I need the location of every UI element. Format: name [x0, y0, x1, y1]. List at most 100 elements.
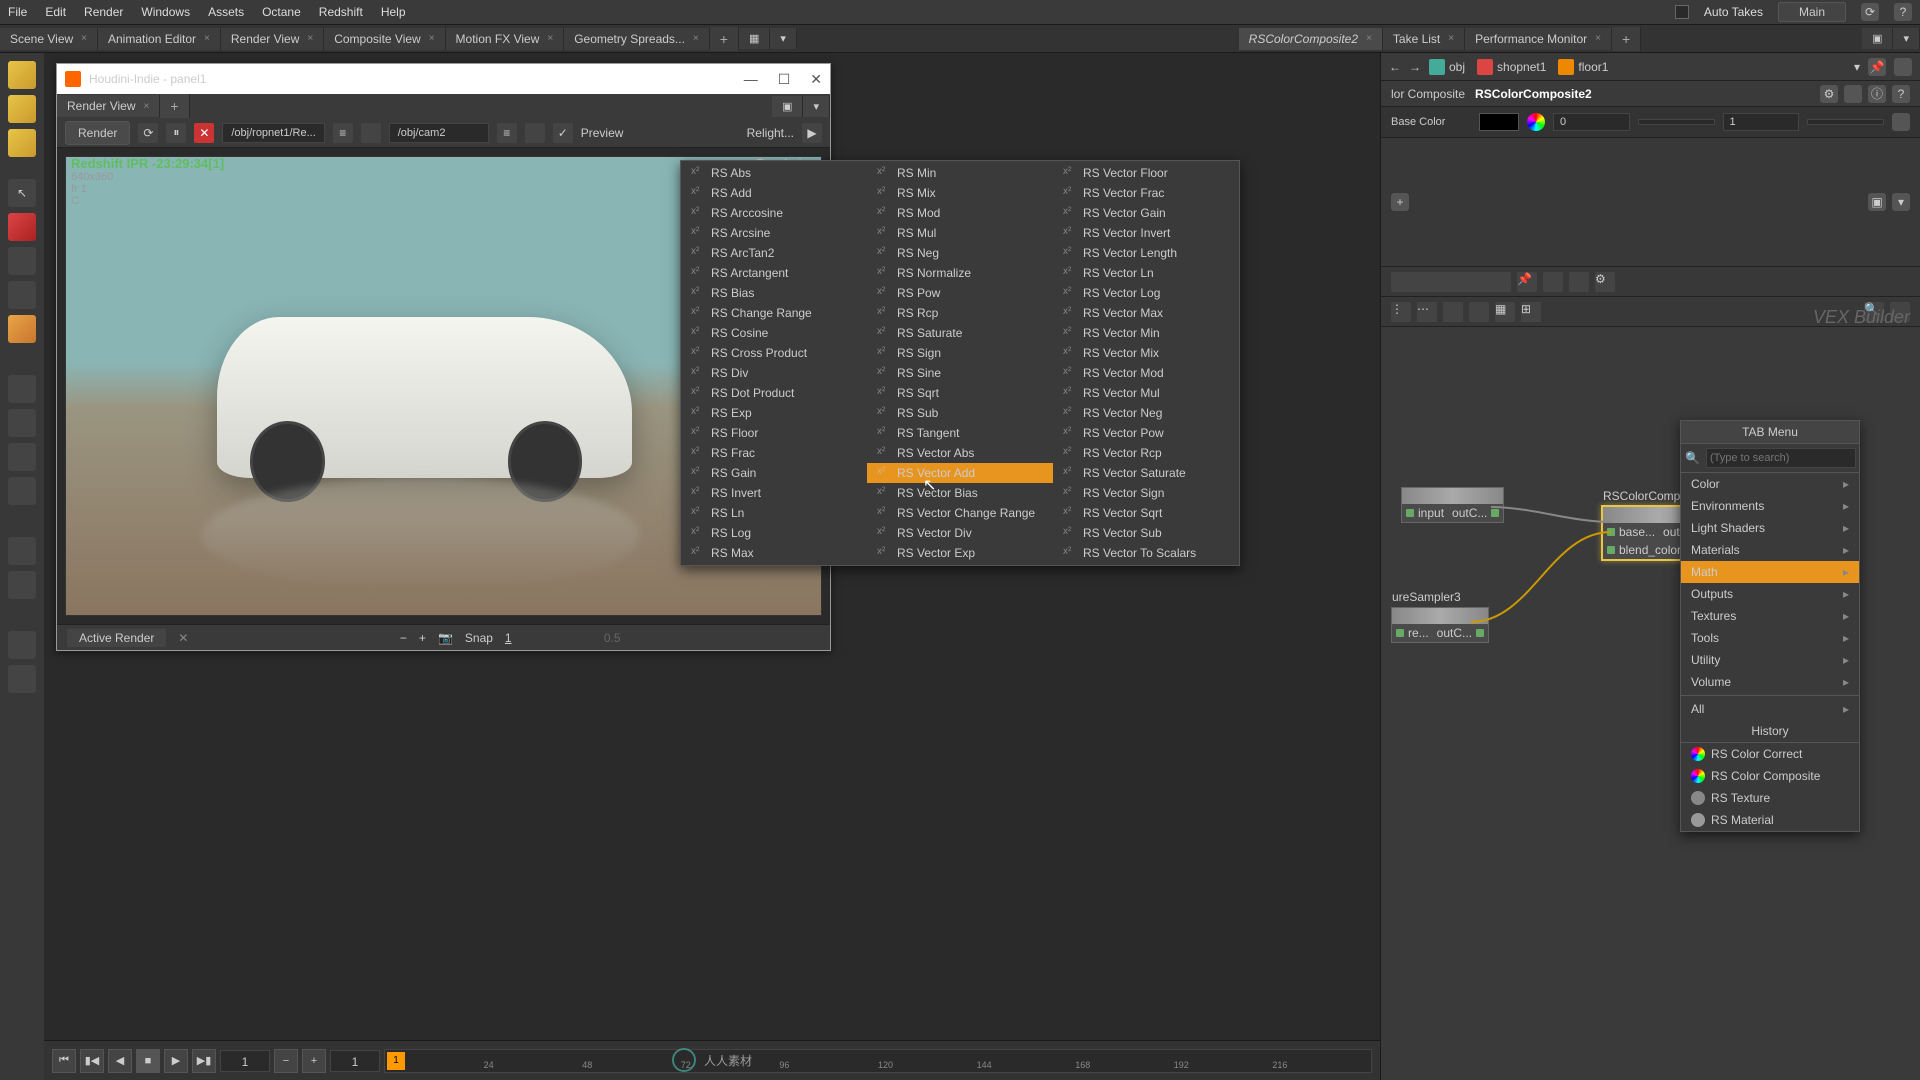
cm-item-2-11[interactable]: x²RS Vector Mul	[1053, 383, 1239, 403]
color-picker-icon[interactable]	[1527, 113, 1545, 131]
cm-item-0-9[interactable]: x²RS Cross Product	[681, 343, 867, 363]
tabmenu-search-input[interactable]	[1706, 448, 1856, 468]
cm-item-0-7[interactable]: x²RS Change Range	[681, 303, 867, 323]
cm-item-2-17[interactable]: x²RS Vector Sqrt	[1053, 503, 1239, 523]
base-color-b[interactable]: 1	[1723, 113, 1800, 131]
tab-r-1[interactable]: Take List×	[1383, 28, 1465, 50]
cm-item-0-4[interactable]: x²RS ArcTan2	[681, 243, 867, 263]
panel-max2-icon[interactable]: ▣	[1868, 193, 1886, 211]
tab-0[interactable]: Scene View×	[0, 28, 98, 50]
close-render-icon[interactable]: ✕	[178, 631, 188, 645]
cm-item-2-19[interactable]: x²RS Vector To Scalars	[1053, 543, 1239, 563]
menu-render[interactable]: Render	[84, 5, 123, 19]
cm-item-1-16[interactable]: x²RS Vector Bias	[867, 483, 1053, 503]
tab-1[interactable]: Animation Editor×	[98, 28, 221, 50]
node-texsampler[interactable]: ureSampler3 re...outC...	[1391, 607, 1489, 643]
tabmenu-cat-2[interactable]: Light Shaders▸	[1681, 517, 1859, 539]
picker2-icon[interactable]	[525, 123, 545, 143]
cm-item-1-6[interactable]: x²RS Pow	[867, 283, 1053, 303]
close-icon[interactable]: ✕	[810, 71, 822, 88]
tabmenu-hist-1[interactable]: RS Color Composite	[1681, 765, 1859, 787]
panel-titlebar[interactable]: Houdini-Indie - panel1 — ☐ ✕	[57, 64, 830, 94]
cm-item-1-15[interactable]: x²RS Vector Add	[867, 463, 1053, 483]
tool-10[interactable]	[8, 443, 36, 471]
timeline-dec-icon[interactable]: −	[274, 1049, 298, 1073]
renderview-addtab[interactable]: +	[160, 94, 189, 118]
cm-item-2-4[interactable]: x²RS Vector Length	[1053, 243, 1239, 263]
tool-2[interactable]	[8, 95, 36, 123]
timeline-inc-icon[interactable]: +	[302, 1049, 326, 1073]
cm-item-1-13[interactable]: x²RS Tangent	[867, 423, 1053, 443]
cm-item-1-2[interactable]: x²RS Mod	[867, 203, 1053, 223]
tab-3[interactable]: Composite View×	[324, 28, 445, 50]
render-button[interactable]: Render	[65, 121, 130, 145]
tabmenu-hist-3[interactable]: RS Material	[1681, 809, 1859, 831]
menu-file[interactable]: File	[8, 5, 27, 19]
nt-gear-icon[interactable]: ⚙	[1595, 272, 1615, 292]
menu-edit[interactable]: Edit	[45, 5, 66, 19]
flag-icon[interactable]	[1844, 85, 1862, 103]
minimize-icon[interactable]: —	[744, 71, 758, 88]
base-color-swatch[interactable]	[1479, 113, 1519, 131]
panel-menu2-icon[interactable]: ▾	[1892, 193, 1910, 211]
cm-item-0-11[interactable]: x²RS Dot Product	[681, 383, 867, 403]
fwd-icon[interactable]: →	[1409, 60, 1421, 74]
tab-r-2[interactable]: Performance Monitor×	[1465, 28, 1612, 50]
panel-add-icon[interactable]: +	[1391, 193, 1409, 211]
tabmenu-all[interactable]: All▸	[1681, 698, 1859, 720]
tool-red[interactable]	[8, 213, 36, 241]
timeline-play-icon[interactable]: ▶	[164, 1049, 188, 1073]
cm-item-0-8[interactable]: x²RS Cosine	[681, 323, 867, 343]
cm-item-2-1[interactable]: x²RS Vector Frac	[1053, 183, 1239, 203]
tool-5[interactable]	[8, 247, 36, 275]
tabmenu-hist-2[interactable]: RS Texture	[1681, 787, 1859, 809]
nt-i5[interactable]: ▦	[1495, 302, 1515, 322]
tabmenu-cat-7[interactable]: Tools▸	[1681, 627, 1859, 649]
pause-icon[interactable]: ⏸	[166, 123, 186, 143]
cm-item-1-11[interactable]: x²RS Sqrt	[867, 383, 1053, 403]
tabmenu-cat-4[interactable]: Math▸	[1681, 561, 1859, 583]
cm-item-1-3[interactable]: x²RS Mul	[867, 223, 1053, 243]
gear-icon[interactable]: ⚙	[1820, 85, 1838, 103]
tab-5[interactable]: Geometry Spreads...×	[564, 28, 710, 50]
menu-windows[interactable]: Windows	[141, 5, 190, 19]
tool-15[interactable]	[8, 665, 36, 693]
cm-item-0-10[interactable]: x²RS Div	[681, 363, 867, 383]
tab-r-0[interactable]: RSColorComposite2×	[1239, 28, 1383, 50]
cm-item-0-15[interactable]: x²RS Gain	[681, 463, 867, 483]
cam-menu-icon[interactable]: ≡	[497, 123, 517, 143]
tab-max-right[interactable]: ▣	[1862, 28, 1893, 49]
nt-pin-icon[interactable]: 📌	[1517, 272, 1537, 292]
menu-redshift[interactable]: Redshift	[319, 5, 363, 19]
cm-item-1-18[interactable]: x²RS Vector Div	[867, 523, 1053, 543]
tool-8[interactable]	[8, 375, 36, 403]
menu-help[interactable]: Help	[381, 5, 406, 19]
node-input[interactable]: inputoutC...	[1401, 487, 1504, 523]
timeline-next-icon[interactable]: ▶▮	[192, 1049, 216, 1073]
cm-item-0-1[interactable]: x²RS Add	[681, 183, 867, 203]
timeline-stop-icon[interactable]: ■	[136, 1049, 160, 1073]
tabmenu-cat-5[interactable]: Outputs▸	[1681, 583, 1859, 605]
active-render-label[interactable]: Active Render	[67, 629, 166, 647]
renderview-max-icon[interactable]: ▣	[772, 96, 803, 117]
tabmenu-cat-1[interactable]: Environments▸	[1681, 495, 1859, 517]
timeline-prev-key-icon[interactable]: ▮◀	[80, 1049, 104, 1073]
breadcrumb-1[interactable]: shopnet1	[1477, 59, 1546, 75]
timeline-prev-icon[interactable]: ◀	[108, 1049, 132, 1073]
base-color-g[interactable]	[1638, 119, 1715, 125]
tool-1[interactable]	[8, 61, 36, 89]
cm-item-0-6[interactable]: x²RS Bias	[681, 283, 867, 303]
breadcrumb-2[interactable]: floor1	[1558, 59, 1608, 75]
nt-i1[interactable]: ⋮	[1391, 302, 1411, 322]
rop-path[interactable]: /obj/ropnet1/Re...	[222, 123, 324, 143]
cm-item-1-8[interactable]: x²RS Saturate	[867, 323, 1053, 343]
cm-item-1-10[interactable]: x²RS Sine	[867, 363, 1053, 383]
tabmenu-cat-6[interactable]: Textures▸	[1681, 605, 1859, 627]
menu-octane[interactable]: Octane	[262, 5, 301, 19]
cm-item-2-9[interactable]: x²RS Vector Mix	[1053, 343, 1239, 363]
breadcrumb-0[interactable]: obj	[1429, 59, 1465, 75]
nt-1[interactable]	[1543, 272, 1563, 292]
cm-item-2-13[interactable]: x²RS Vector Pow	[1053, 423, 1239, 443]
cm-item-1-19[interactable]: x²RS Vector Exp	[867, 543, 1053, 563]
tabmenu-hist-0[interactable]: RS Color Correct	[1681, 743, 1859, 765]
